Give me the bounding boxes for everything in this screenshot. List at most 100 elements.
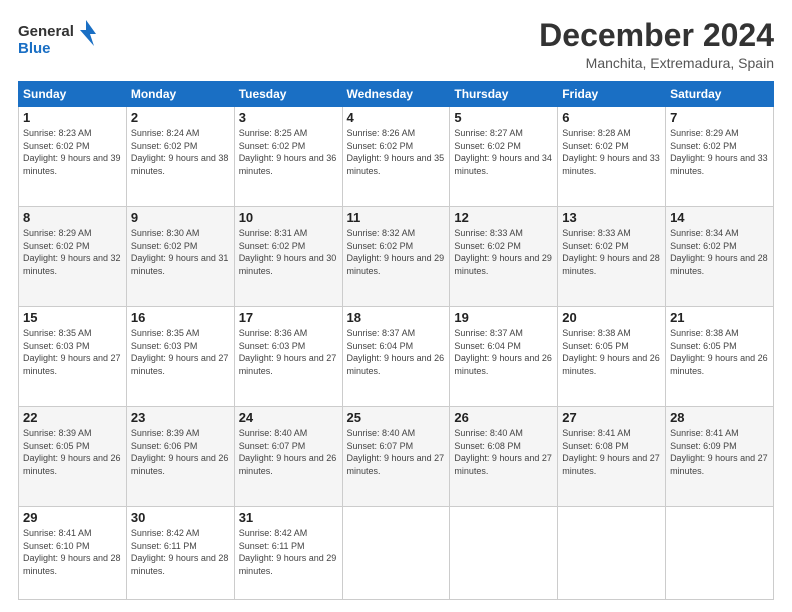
calendar-week-row: 29 Sunrise: 8:41 AM Sunset: 6:10 PM Dayl…	[19, 507, 774, 600]
day-info: Sunrise: 8:28 AM Sunset: 6:02 PM Dayligh…	[562, 127, 661, 177]
day-number: 27	[562, 410, 661, 425]
calendar-cell: 28 Sunrise: 8:41 AM Sunset: 6:09 PM Dayl…	[666, 407, 774, 507]
day-number: 26	[454, 410, 553, 425]
day-info: Sunrise: 8:38 AM Sunset: 6:05 PM Dayligh…	[670, 327, 769, 377]
calendar-cell: 27 Sunrise: 8:41 AM Sunset: 6:08 PM Dayl…	[558, 407, 666, 507]
day-info: Sunrise: 8:25 AM Sunset: 6:02 PM Dayligh…	[239, 127, 338, 177]
day-info: Sunrise: 8:40 AM Sunset: 6:08 PM Dayligh…	[454, 427, 553, 477]
day-number: 12	[454, 210, 553, 225]
calendar-cell: 6 Sunrise: 8:28 AM Sunset: 6:02 PM Dayli…	[558, 107, 666, 207]
calendar-cell: 18 Sunrise: 8:37 AM Sunset: 6:04 PM Dayl…	[342, 307, 450, 407]
day-number: 4	[347, 110, 446, 125]
calendar-cell: 15 Sunrise: 8:35 AM Sunset: 6:03 PM Dayl…	[19, 307, 127, 407]
logo-svg: General Blue	[18, 18, 98, 63]
calendar-cell: 8 Sunrise: 8:29 AM Sunset: 6:02 PM Dayli…	[19, 207, 127, 307]
day-info: Sunrise: 8:27 AM Sunset: 6:02 PM Dayligh…	[454, 127, 553, 177]
location-title: Manchita, Extremadura, Spain	[539, 55, 774, 71]
day-info: Sunrise: 8:40 AM Sunset: 6:07 PM Dayligh…	[347, 427, 446, 477]
calendar-cell: 11 Sunrise: 8:32 AM Sunset: 6:02 PM Dayl…	[342, 207, 450, 307]
header-thursday: Thursday	[450, 82, 558, 107]
day-number: 7	[670, 110, 769, 125]
calendar-cell: 5 Sunrise: 8:27 AM Sunset: 6:02 PM Dayli…	[450, 107, 558, 207]
calendar-cell: 29 Sunrise: 8:41 AM Sunset: 6:10 PM Dayl…	[19, 507, 127, 600]
day-info: Sunrise: 8:35 AM Sunset: 6:03 PM Dayligh…	[131, 327, 230, 377]
day-info: Sunrise: 8:39 AM Sunset: 6:05 PM Dayligh…	[23, 427, 122, 477]
calendar-cell	[342, 507, 450, 600]
day-number: 24	[239, 410, 338, 425]
header-monday: Monday	[126, 82, 234, 107]
day-number: 25	[347, 410, 446, 425]
calendar-cell: 26 Sunrise: 8:40 AM Sunset: 6:08 PM Dayl…	[450, 407, 558, 507]
calendar-cell: 3 Sunrise: 8:25 AM Sunset: 6:02 PM Dayli…	[234, 107, 342, 207]
header: General Blue December 2024 Manchita, Ext…	[18, 18, 774, 71]
day-number: 13	[562, 210, 661, 225]
calendar-cell: 17 Sunrise: 8:36 AM Sunset: 6:03 PM Dayl…	[234, 307, 342, 407]
calendar-cell	[450, 507, 558, 600]
day-info: Sunrise: 8:30 AM Sunset: 6:02 PM Dayligh…	[131, 227, 230, 277]
calendar-week-row: 8 Sunrise: 8:29 AM Sunset: 6:02 PM Dayli…	[19, 207, 774, 307]
day-info: Sunrise: 8:33 AM Sunset: 6:02 PM Dayligh…	[562, 227, 661, 277]
svg-text:General: General	[18, 23, 74, 40]
day-info: Sunrise: 8:33 AM Sunset: 6:02 PM Dayligh…	[454, 227, 553, 277]
header-sunday: Sunday	[19, 82, 127, 107]
day-info: Sunrise: 8:42 AM Sunset: 6:11 PM Dayligh…	[131, 527, 230, 577]
day-number: 1	[23, 110, 122, 125]
day-number: 9	[131, 210, 230, 225]
svg-text:Blue: Blue	[18, 40, 51, 57]
day-number: 17	[239, 310, 338, 325]
calendar-cell: 22 Sunrise: 8:39 AM Sunset: 6:05 PM Dayl…	[19, 407, 127, 507]
day-number: 8	[23, 210, 122, 225]
header-tuesday: Tuesday	[234, 82, 342, 107]
day-info: Sunrise: 8:39 AM Sunset: 6:06 PM Dayligh…	[131, 427, 230, 477]
day-number: 3	[239, 110, 338, 125]
day-info: Sunrise: 8:37 AM Sunset: 6:04 PM Dayligh…	[347, 327, 446, 377]
day-number: 16	[131, 310, 230, 325]
day-info: Sunrise: 8:38 AM Sunset: 6:05 PM Dayligh…	[562, 327, 661, 377]
day-info: Sunrise: 8:32 AM Sunset: 6:02 PM Dayligh…	[347, 227, 446, 277]
calendar-week-row: 22 Sunrise: 8:39 AM Sunset: 6:05 PM Dayl…	[19, 407, 774, 507]
day-info: Sunrise: 8:42 AM Sunset: 6:11 PM Dayligh…	[239, 527, 338, 577]
logo: General Blue	[18, 18, 98, 63]
calendar-cell: 25 Sunrise: 8:40 AM Sunset: 6:07 PM Dayl…	[342, 407, 450, 507]
day-number: 28	[670, 410, 769, 425]
day-number: 20	[562, 310, 661, 325]
day-info: Sunrise: 8:40 AM Sunset: 6:07 PM Dayligh…	[239, 427, 338, 477]
weekday-header-row: Sunday Monday Tuesday Wednesday Thursday…	[19, 82, 774, 107]
header-saturday: Saturday	[666, 82, 774, 107]
day-info: Sunrise: 8:35 AM Sunset: 6:03 PM Dayligh…	[23, 327, 122, 377]
calendar-cell: 21 Sunrise: 8:38 AM Sunset: 6:05 PM Dayl…	[666, 307, 774, 407]
day-number: 21	[670, 310, 769, 325]
day-info: Sunrise: 8:36 AM Sunset: 6:03 PM Dayligh…	[239, 327, 338, 377]
calendar-cell: 14 Sunrise: 8:34 AM Sunset: 6:02 PM Dayl…	[666, 207, 774, 307]
day-number: 2	[131, 110, 230, 125]
day-number: 6	[562, 110, 661, 125]
calendar-cell: 13 Sunrise: 8:33 AM Sunset: 6:02 PM Dayl…	[558, 207, 666, 307]
day-number: 19	[454, 310, 553, 325]
day-number: 11	[347, 210, 446, 225]
day-number: 5	[454, 110, 553, 125]
calendar-cell	[666, 507, 774, 600]
day-info: Sunrise: 8:41 AM Sunset: 6:08 PM Dayligh…	[562, 427, 661, 477]
day-info: Sunrise: 8:41 AM Sunset: 6:09 PM Dayligh…	[670, 427, 769, 477]
day-info: Sunrise: 8:24 AM Sunset: 6:02 PM Dayligh…	[131, 127, 230, 177]
calendar-cell: 7 Sunrise: 8:29 AM Sunset: 6:02 PM Dayli…	[666, 107, 774, 207]
calendar-cell: 2 Sunrise: 8:24 AM Sunset: 6:02 PM Dayli…	[126, 107, 234, 207]
day-info: Sunrise: 8:31 AM Sunset: 6:02 PM Dayligh…	[239, 227, 338, 277]
day-number: 23	[131, 410, 230, 425]
calendar-cell: 1 Sunrise: 8:23 AM Sunset: 6:02 PM Dayli…	[19, 107, 127, 207]
calendar-cell: 30 Sunrise: 8:42 AM Sunset: 6:11 PM Dayl…	[126, 507, 234, 600]
day-info: Sunrise: 8:29 AM Sunset: 6:02 PM Dayligh…	[23, 227, 122, 277]
header-friday: Friday	[558, 82, 666, 107]
day-number: 10	[239, 210, 338, 225]
day-info: Sunrise: 8:41 AM Sunset: 6:10 PM Dayligh…	[23, 527, 122, 577]
day-number: 22	[23, 410, 122, 425]
month-title: December 2024	[539, 18, 774, 53]
day-info: Sunrise: 8:23 AM Sunset: 6:02 PM Dayligh…	[23, 127, 122, 177]
calendar-cell: 24 Sunrise: 8:40 AM Sunset: 6:07 PM Dayl…	[234, 407, 342, 507]
calendar-cell: 23 Sunrise: 8:39 AM Sunset: 6:06 PM Dayl…	[126, 407, 234, 507]
day-number: 15	[23, 310, 122, 325]
day-number: 29	[23, 510, 122, 525]
calendar-week-row: 1 Sunrise: 8:23 AM Sunset: 6:02 PM Dayli…	[19, 107, 774, 207]
day-number: 18	[347, 310, 446, 325]
day-number: 31	[239, 510, 338, 525]
